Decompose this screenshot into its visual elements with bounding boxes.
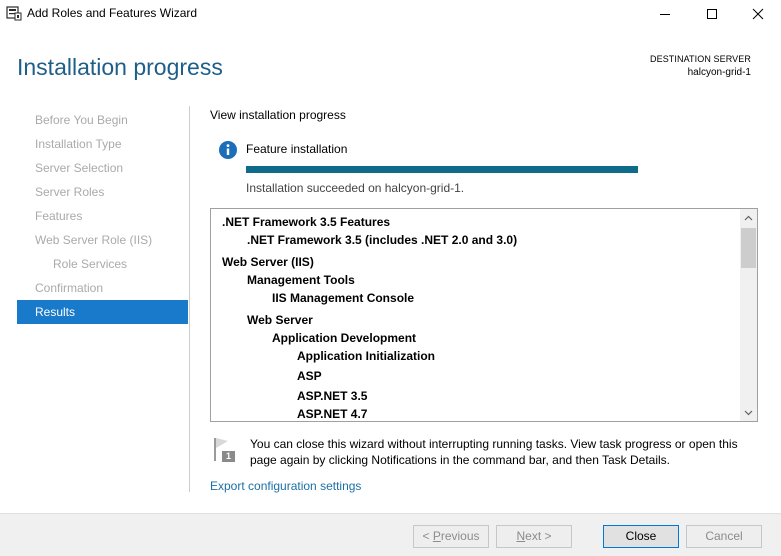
nav-item-server-selection: Server Selection <box>35 161 124 175</box>
nav-item-role-services: Role Services <box>53 257 128 271</box>
notification-count-badge: 1 <box>225 451 231 461</box>
nav-item-web-server-role: Web Server Role (IIS) <box>35 233 153 247</box>
chevron-up-icon <box>744 215 753 220</box>
result-item: Web Server <box>247 313 313 327</box>
results-scrollbar[interactable] <box>740 209 757 421</box>
next-rest: ext <box>525 529 542 543</box>
scrollbar-thumb[interactable] <box>741 228 756 268</box>
wizard-footer: < Previous Next > Close Cancel <box>0 513 781 556</box>
result-item: Management Tools <box>247 273 355 287</box>
info-icon <box>218 140 238 160</box>
scroll-up-button[interactable] <box>740 209 757 226</box>
previous-rest: revious <box>440 529 480 543</box>
previous-accel: P <box>432 529 441 543</box>
destination-server-label: DESTINATION SERVER <box>650 54 751 64</box>
title-bar: Add Roles and Features Wizard <box>0 0 781 28</box>
result-item: Web Server (IIS) <box>222 255 314 269</box>
minimize-button[interactable] <box>642 0 688 28</box>
result-item: ASP.NET 3.5 <box>297 389 368 403</box>
nav-item-results[interactable]: Results <box>17 300 188 324</box>
section-heading: View installation progress <box>210 108 346 122</box>
export-configuration-link[interactable]: Export configuration settings <box>210 479 361 493</box>
nav-item-server-roles: Server Roles <box>35 185 105 199</box>
minimize-icon <box>660 14 670 15</box>
installation-progress-bar <box>246 166 638 173</box>
scroll-down-button[interactable] <box>740 404 757 421</box>
result-item: IIS Management Console <box>272 291 415 305</box>
destination-server-value: halcyon-grid-1 <box>687 67 751 78</box>
next-suffix: > <box>541 529 552 543</box>
nav-item-before-you-begin: Before You Begin <box>35 113 128 127</box>
wizard-nav: Before You Begin Installation Type Serve… <box>17 108 188 324</box>
nav-item-features: Features <box>35 209 83 223</box>
nav-divider <box>189 106 190 492</box>
previous-button[interactable]: < Previous <box>413 525 489 548</box>
notification-flag-icon: 1 <box>213 437 237 463</box>
window-title: Add Roles and Features Wizard <box>27 6 198 20</box>
close-button[interactable]: Close <box>603 525 679 548</box>
progress-fill <box>246 166 638 173</box>
result-item: .NET Framework 3.5 Features <box>222 215 391 229</box>
feature-installation-label: Feature installation <box>246 142 348 156</box>
results-list-content: .NET Framework 3.5 Features .NET Framewo… <box>211 209 740 421</box>
nav-item-installation-type: Installation Type <box>35 137 122 151</box>
close-icon <box>752 8 764 20</box>
installation-status: Installation succeeded on halcyon-grid-1… <box>246 181 465 195</box>
maximize-icon <box>707 9 717 19</box>
maximize-button[interactable] <box>689 0 735 28</box>
result-item: Application Development <box>272 331 417 345</box>
wizard-header: Installation progress DESTINATION SERVER… <box>0 28 781 103</box>
close-window-button[interactable] <box>735 0 781 28</box>
nav-item-confirmation: Confirmation <box>35 281 104 295</box>
next-accel: N <box>516 529 526 543</box>
chevron-down-icon <box>744 410 753 415</box>
close-wizard-notice: You can close this wizard without interr… <box>250 437 738 467</box>
result-item: ASP <box>297 369 322 383</box>
result-item: .NET Framework 3.5 (includes .NET 2.0 an… <box>247 233 518 247</box>
page-title: Installation progress <box>17 54 223 80</box>
cancel-button[interactable]: Cancel <box>686 525 762 548</box>
next-button[interactable]: Next > <box>496 525 572 548</box>
result-item: ASP.NET 4.7 <box>297 407 368 421</box>
result-item: Application Initialization <box>297 349 435 363</box>
results-list[interactable]: .NET Framework 3.5 Features .NET Framewo… <box>210 208 758 422</box>
previous-prefix: < <box>422 529 433 543</box>
server-manager-icon <box>6 5 22 21</box>
